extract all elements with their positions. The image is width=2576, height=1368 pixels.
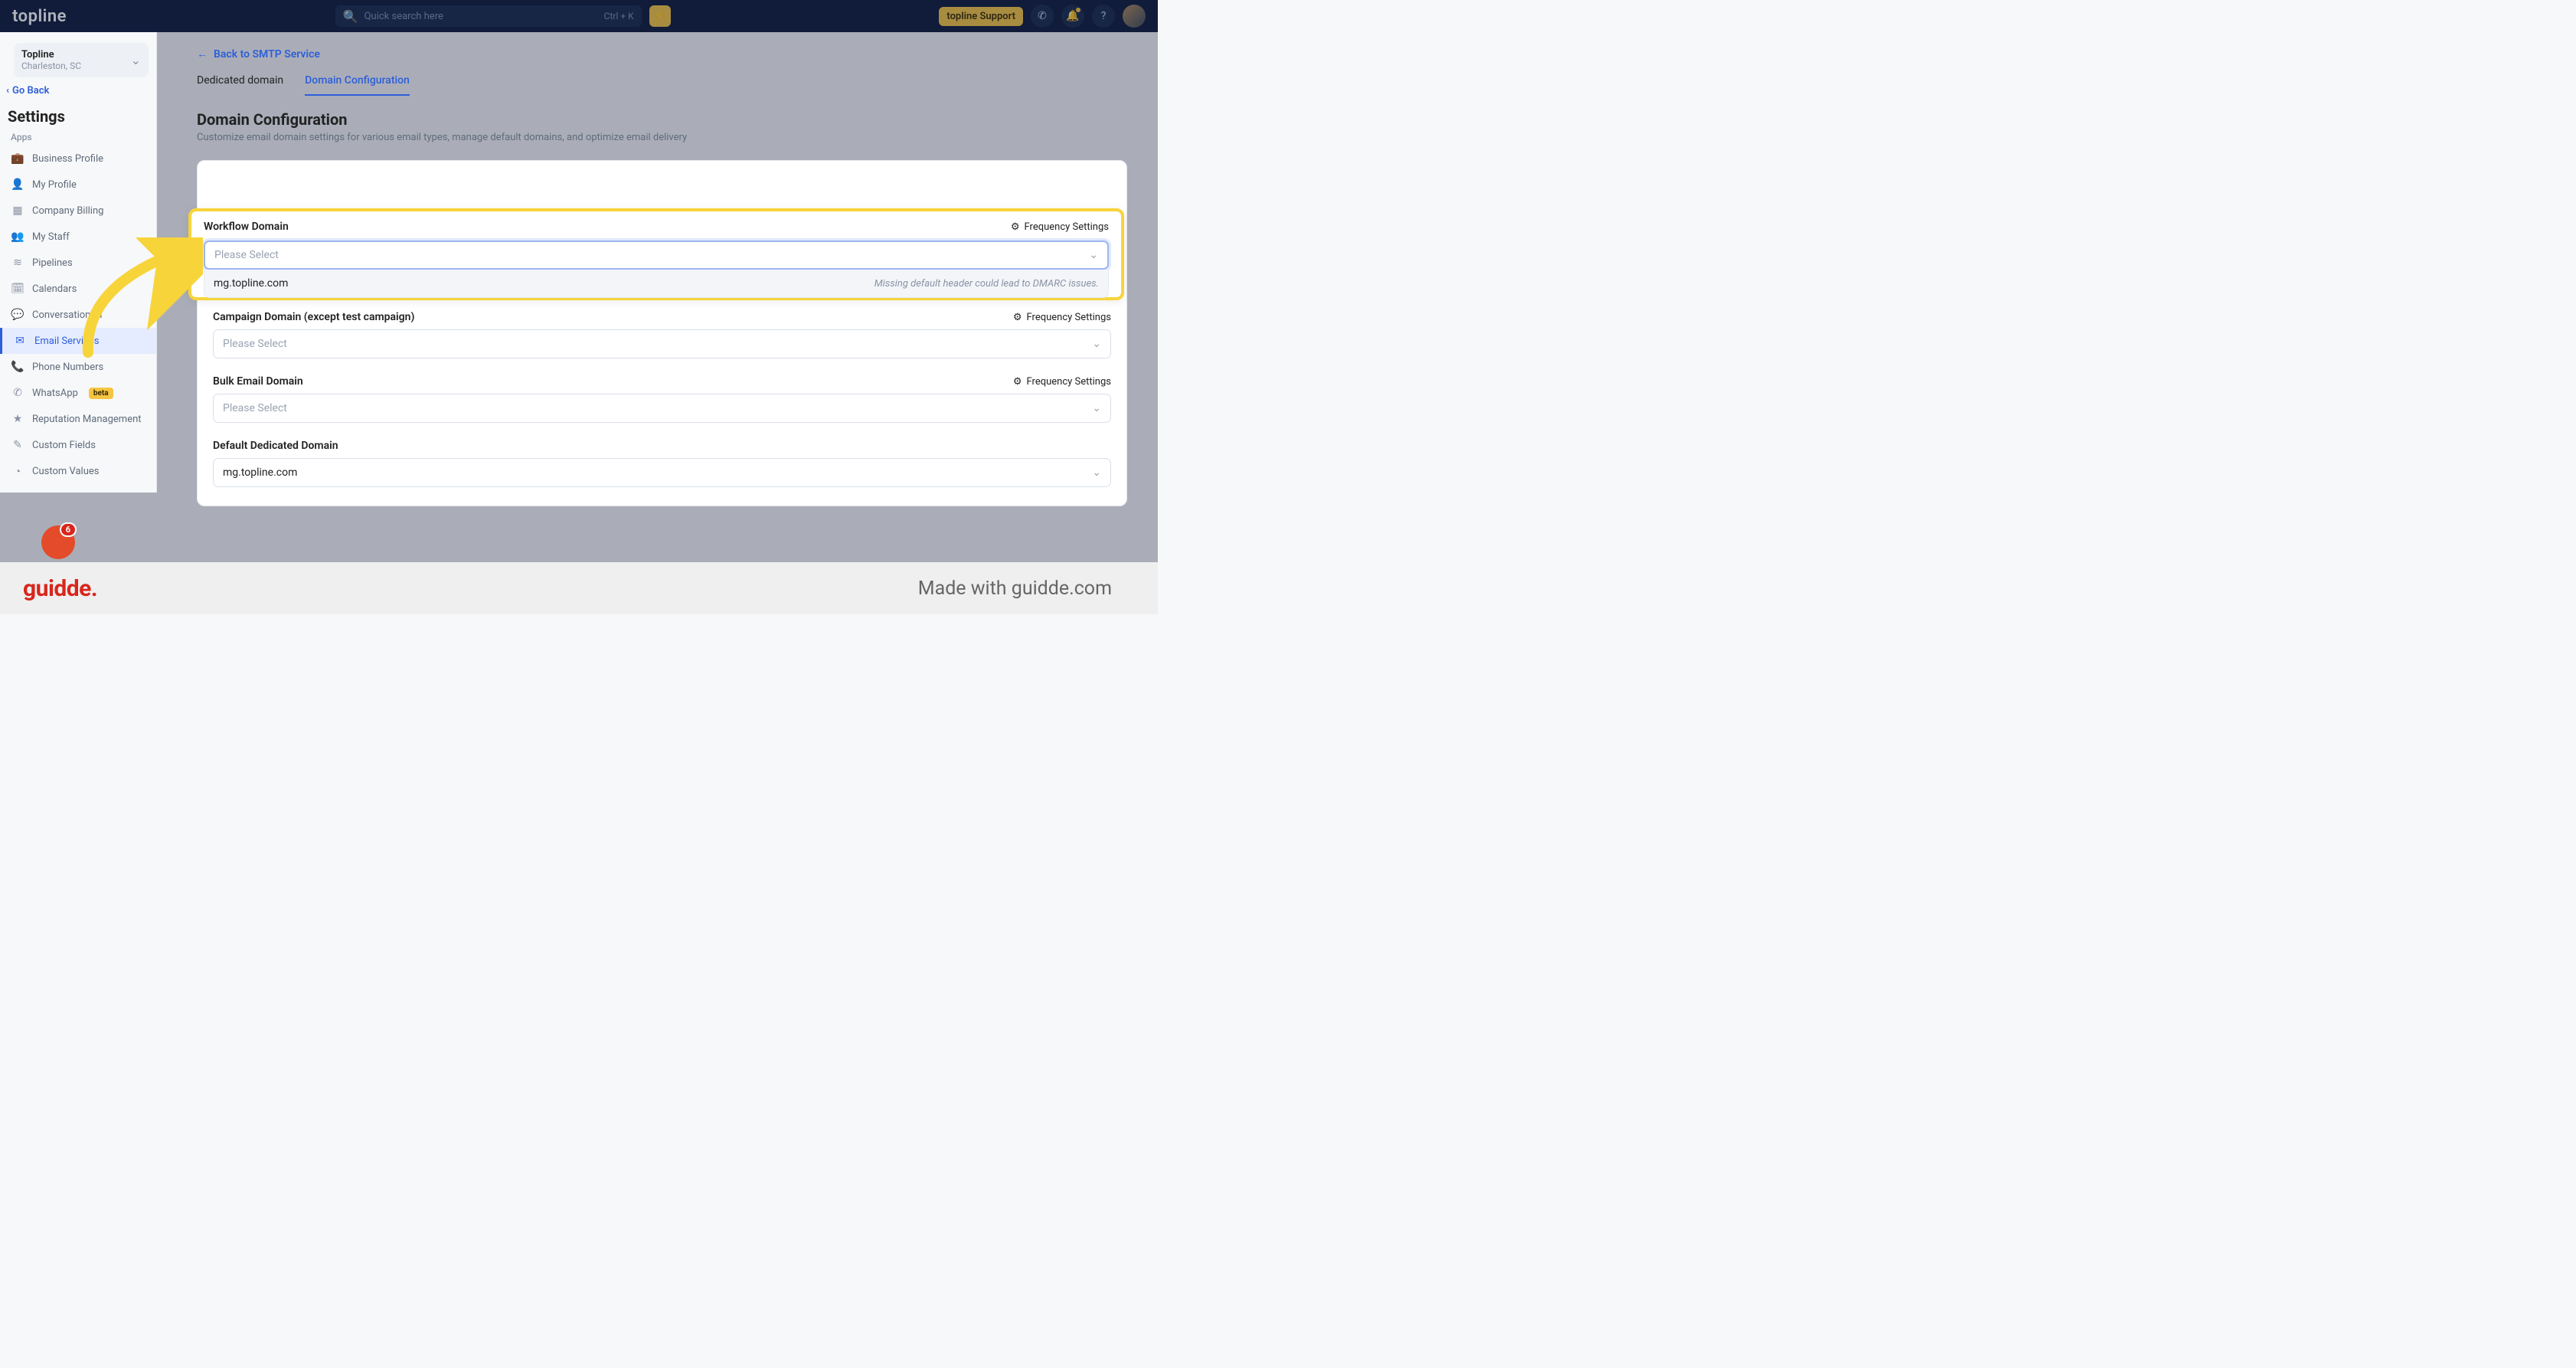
main: ← Back to SMTP Service Dedicated domain … [157, 32, 1158, 614]
bell-icon[interactable]: 🔔 [1061, 5, 1084, 28]
sidebar-item-my-staff[interactable]: 👥My Staff [0, 224, 156, 250]
gear-icon: ⚙ [1013, 312, 1022, 323]
sidebar-item-my-profile[interactable]: 👤My Profile [0, 172, 156, 198]
edit-icon: ✎ [11, 439, 25, 451]
briefcase-icon: 💼 [11, 152, 25, 165]
freq-settings-workflow[interactable]: ⚙Frequency Settings [1011, 221, 1109, 233]
sidebar-item-conversation-ai[interactable]: 💬Conversation AI [0, 302, 156, 328]
guidde-logo: guidde. [23, 575, 97, 602]
topbar: topline 🔍 Quick search here Ctrl + K ⚡ t… [0, 0, 1158, 32]
chevron-down-icon: ⌄ [1092, 338, 1101, 350]
users-icon: 👥 [11, 231, 25, 243]
back-to-smtp-link[interactable]: ← Back to SMTP Service [197, 47, 1127, 61]
avatar[interactable] [1123, 5, 1146, 28]
bulk-select[interactable]: Please Select⌄ [213, 394, 1111, 423]
sidebar-item-reputation[interactable]: ★Reputation Management [0, 406, 156, 432]
tab-domain-configuration[interactable]: Domain Configuration [305, 74, 410, 96]
chevron-down-icon: ⌄ [1092, 402, 1101, 414]
guidde-footer: guidde. Made with guidde.com [0, 562, 1158, 614]
workflow-highlight: Workflow Domain ⚙Frequency Settings Plea… [188, 208, 1124, 300]
page-title: Domain Configuration [197, 110, 1127, 129]
gear-icon: ⚙ [1013, 376, 1022, 388]
sidebar-item-company-billing[interactable]: ▦Company Billing [0, 198, 156, 224]
campaign-title: Campaign Domain (except test campaign) [213, 311, 414, 323]
pie-icon: ◔ [11, 465, 25, 478]
whatsapp-icon: ✆ [11, 387, 25, 399]
search-shortcut: Ctrl + K [604, 11, 634, 21]
tab-dedicated-domain[interactable]: Dedicated domain [197, 74, 283, 96]
sidebar-item-email-services[interactable]: ✉Email Services [0, 328, 156, 354]
beta-badge: beta [89, 388, 113, 399]
grid-icon: ▦ [11, 205, 25, 217]
chat-icon: 💬 [11, 309, 25, 321]
phone-icon: 📞 [11, 361, 25, 373]
mail-icon: ✉ [13, 335, 27, 347]
chevron-down-icon: ⌄ [1089, 249, 1098, 261]
go-back-link[interactable]: ‹ Go Back [6, 85, 149, 97]
workflow-dropdown-list: mg.topline.com Missing default header co… [204, 270, 1109, 298]
sidebar-item-pipelines[interactable]: ≋Pipelines [0, 250, 156, 276]
floating-badge[interactable]: 6 [41, 525, 75, 559]
logo: topline [12, 7, 67, 26]
sidebar-item-business-profile[interactable]: 💼Business Profile [0, 146, 156, 172]
sidebar-item-custom-fields[interactable]: ✎Custom Fields [0, 432, 156, 458]
sidebar: Topline Charleston, SC ⌄ ‹ Go Back Setti… [0, 32, 157, 493]
campaign-select[interactable]: Please Select⌄ [213, 329, 1111, 358]
chevron-down-icon: ⌄ [1092, 466, 1101, 479]
search-input[interactable]: 🔍 Quick search here Ctrl + K [335, 5, 642, 27]
org-selector[interactable]: Topline Charleston, SC ⌄ [14, 43, 149, 77]
chevron-down-icon: ⌄ [131, 53, 141, 67]
made-with-text: Made with guidde.com [918, 578, 1112, 600]
dmarc-warning: Missing default header could lead to DMA… [874, 278, 1099, 290]
user-icon: 👤 [11, 178, 25, 191]
page-subtitle: Customize email domain settings for vari… [197, 132, 1127, 143]
sidebar-item-whatsapp[interactable]: ✆WhatsAppbeta [0, 380, 156, 406]
bolt-button[interactable]: ⚡ [649, 5, 671, 27]
settings-heading: Settings [8, 107, 149, 126]
bulk-title: Bulk Email Domain [213, 375, 303, 388]
freq-settings-bulk[interactable]: ⚙Frequency Settings [1013, 376, 1111, 388]
default-title: Default Dedicated Domain [213, 440, 338, 452]
search-placeholder: Quick search here [364, 11, 604, 22]
workflow-title: Workflow Domain [204, 221, 289, 233]
workflow-select[interactable]: Please Select⌄ [204, 241, 1109, 270]
sidebar-item-calendars[interactable]: 🗓Calendars [0, 276, 156, 302]
arrow-left-icon: ← [197, 47, 208, 61]
gear-icon: ⚙ [1011, 221, 1020, 233]
phone-icon[interactable]: ✆ [1031, 5, 1054, 28]
help-icon[interactable]: ? [1092, 5, 1115, 28]
star-icon: ★ [11, 413, 25, 425]
calendar-icon: 🗓 [11, 283, 25, 295]
org-location: Charleston, SC [21, 61, 81, 71]
badge-count: 6 [60, 522, 77, 537]
chevron-left-icon: ‹ [6, 85, 9, 97]
sidebar-item-phone-numbers[interactable]: 📞Phone Numbers [0, 354, 156, 380]
sidebar-item-custom-values[interactable]: ◔Custom Values [0, 458, 156, 485]
support-button[interactable]: topline Support [939, 7, 1023, 26]
filter-icon: ≋ [11, 257, 25, 269]
freq-settings-campaign[interactable]: ⚙Frequency Settings [1013, 312, 1111, 323]
dropdown-option-mg-topline[interactable]: mg.topline.com Missing default header co… [204, 270, 1108, 297]
search-icon: 🔍 [343, 9, 358, 24]
org-name: Topline [21, 49, 81, 61]
default-select[interactable]: mg.topline.com⌄ [213, 458, 1111, 487]
apps-label: Apps [11, 132, 149, 142]
